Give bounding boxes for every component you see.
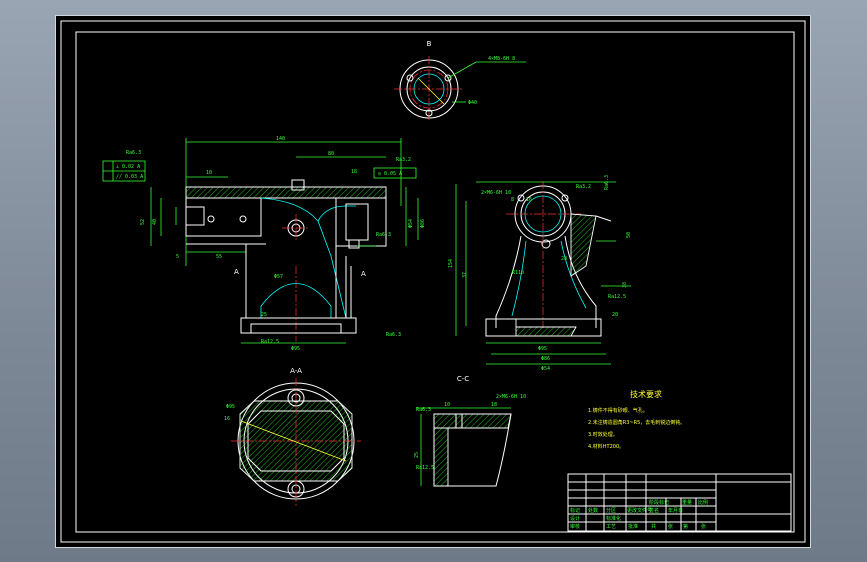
roughness-front-base: Ra12.5 <box>261 339 279 345</box>
dim-cc-25: 25 <box>414 452 420 458</box>
tb-sign: 签名 <box>649 507 659 514</box>
tb-no: 第 <box>683 523 688 530</box>
cad-drawing: B 4×M8-6H 8 Φ40 140 80 10 18 55 5 Φ57 Φ9… <box>60 20 806 543</box>
dim-cc-10: 10 <box>444 402 450 408</box>
title-block[interactable]: 标记 处数 分区 更改文件号 签名 年月日 设计 标准化 阶段标记 重量 比例 … <box>567 473 792 532</box>
tech-line-4: 4.材料HT200。 <box>588 443 624 450</box>
side-rib-section <box>570 213 597 277</box>
roughness-cc-top: Ra6.3 <box>416 407 431 413</box>
dim-52: 52 <box>140 219 146 225</box>
tb-zone: 分区 <box>606 507 616 514</box>
tolerance-frame-1: ⊥ 0.02 A <box>116 164 140 170</box>
dim-28: 28 <box>561 256 567 262</box>
view-b-dia: Φ40 <box>468 100 477 106</box>
tech-line-2: 2.未注铸造圆角R3~R5，去毛刺锐边倒钝。 <box>588 419 685 426</box>
tb-mark: 标记 <box>570 507 580 514</box>
dim-side-20: 20 <box>612 312 618 318</box>
dim-25: 25 <box>261 312 267 318</box>
dim-18: 18 <box>351 169 357 175</box>
top-rail-section <box>185 186 387 199</box>
dim-side-38: 38 <box>622 282 628 288</box>
outer-frame <box>60 20 806 543</box>
tolerance-frame-2: // 0.03 A <box>116 174 143 180</box>
tb-date: 年月日 <box>668 507 683 514</box>
tb-sheets: 张 <box>668 523 673 530</box>
dim-side-thread: 2×M6-6H 10 <box>481 190 511 196</box>
dim-side-50: 50 <box>626 232 632 238</box>
tb-process: 工艺 <box>606 524 616 530</box>
tb-approve: 批准 <box>628 523 638 530</box>
dim-aa-2: 16 <box>224 416 230 422</box>
dim-phi86: Φ86 <box>420 219 426 228</box>
roughness-front-top: Ra6.3 <box>126 150 141 156</box>
roughness-side-mid: Ra12.5 <box>608 294 626 300</box>
dim-40: 40 <box>152 219 158 225</box>
dim-5: 5 <box>176 254 179 260</box>
technical-requirements: 技术要求 1.铸件不得有砂眼、气孔。 2.未注铸造圆角R3~R5，去毛刺锐边倒钝… <box>588 389 685 450</box>
tb-weight: 重量 <box>682 499 692 506</box>
front-view[interactable]: 140 80 10 18 55 5 Φ57 Φ95 25 A A 52 40 Φ… <box>102 136 426 352</box>
roughness-side-top: Ra3.2 <box>576 184 591 190</box>
tolerance-frame-3: ◎ 0.05 A <box>378 171 402 177</box>
roughness-cc-bottom: Ra12.5 <box>416 465 434 471</box>
view-b[interactable]: B 4×M8-6H 8 Φ40 <box>394 40 526 122</box>
tech-line-3: 3.时效处理。 <box>588 431 618 438</box>
tb-count: 处数 <box>588 507 598 514</box>
section-cc-label: C-C <box>457 375 469 383</box>
dim-phi54: Φ54 <box>408 219 414 228</box>
dim-37: 37 <box>462 272 468 278</box>
dim-side-base-1: Φ95 <box>538 346 547 352</box>
side-view[interactable]: 154 37 Φ95 Φ86 Φ54 R110 28 2×M6-6H 10 8 … <box>448 175 632 372</box>
dim-80: 80 <box>328 151 334 157</box>
dim-154: 154 <box>448 259 454 268</box>
front-arm-outline <box>260 197 356 319</box>
roughness-front-mid: Ra6.3 <box>376 232 391 238</box>
section-aa-label: A-A <box>290 367 302 375</box>
roughness-side-right: Ra6.3 <box>604 175 610 190</box>
roughness-front-right: Ra3.2 <box>396 157 411 163</box>
dim-10: 10 <box>206 170 212 176</box>
tb-total: 共 <box>651 523 656 530</box>
roughness-front-foot: Ra6.3 <box>386 332 401 338</box>
dim-55: 55 <box>216 254 222 260</box>
tb-design: 设计 <box>570 515 580 522</box>
front-base <box>240 317 357 334</box>
drawing-viewport[interactable]: B 4×M8-6H 8 Φ40 140 80 10 18 55 5 Φ57 Φ9… <box>55 15 811 548</box>
dim-r110: R110 <box>512 270 524 276</box>
dim-side-8: 8 <box>511 197 514 203</box>
dim-aa-1: Φ95 <box>226 404 235 410</box>
dim-side-16: 16 <box>526 197 532 203</box>
dim-cc-thread: 2×M6-6H 10 <box>496 394 526 400</box>
section-c-c[interactable]: C-C 10 18 25 2×M6-6H 10 Ra6.3 Ra12.5 <box>414 375 526 487</box>
section-arrow-a-left: A <box>234 268 239 276</box>
view-b-label: B <box>427 40 432 48</box>
dim-phi57: Φ57 <box>274 274 283 280</box>
dim-140: 140 <box>276 136 285 142</box>
tech-line-1: 1.铸件不得有砂眼、气孔。 <box>588 407 648 414</box>
section-a-a[interactable]: A-A Φ95 16 <box>224 367 361 506</box>
tb-sheet: 张 <box>701 523 706 530</box>
tb-stage: 阶段标记 <box>649 499 669 506</box>
tb-standard: 标准化 <box>606 515 621 522</box>
tech-title: 技术要求 <box>630 389 662 399</box>
dim-cc-18: 18 <box>491 402 497 408</box>
tb-scale: 比例 <box>698 499 708 506</box>
view-b-thread-note: 4×M8-6H 8 <box>488 56 515 62</box>
dim-phi95: Φ95 <box>291 346 300 352</box>
dim-side-base-2: Φ86 <box>541 356 550 362</box>
tb-review: 审核 <box>570 523 580 530</box>
section-arrow-a-right: A <box>361 270 366 278</box>
dim-side-base-3: Φ54 <box>541 366 550 372</box>
